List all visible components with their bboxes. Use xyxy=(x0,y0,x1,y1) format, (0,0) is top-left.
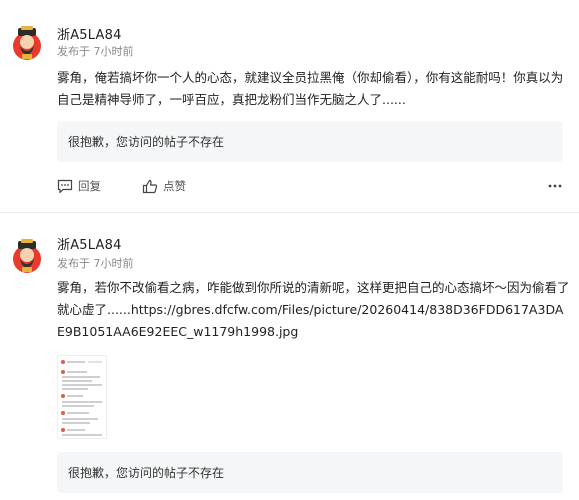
avatar[interactable] xyxy=(8,24,46,62)
quoted-post-text: 很抱歉，您访问的帖子不存在 xyxy=(68,135,225,149)
post: 浙A5LA84 发布于 7小时前 雾角，若你不改偷看之病，咋能做到你所说的清新呢… xyxy=(0,213,579,500)
more-button[interactable] xyxy=(547,178,563,194)
reply-label: 回复 xyxy=(78,179,101,193)
thumbs-up-icon xyxy=(142,179,158,193)
post-content: 雾角，俺若搞坏你一个人的心态，就建议全员拉黑俺（你却偷看），你有这能耐吗！你真以… xyxy=(57,70,564,107)
post-image-thumbnail[interactable] xyxy=(57,355,107,439)
quoted-post[interactable]: 很抱歉，您访问的帖子不存在 xyxy=(57,452,563,493)
like-button[interactable]: 点赞 xyxy=(142,178,186,194)
post: 浙A5LA84 发布于 7小时前 雾角，俺若搞坏你一个人的心态，就建议全员拉黑俺… xyxy=(0,0,579,213)
more-icon xyxy=(548,184,562,188)
reply-button[interactable]: 回复 xyxy=(57,178,101,194)
post-time: 发布于 7小时前 xyxy=(57,257,134,270)
like-label: 点赞 xyxy=(163,179,186,193)
post-content: 雾角，若你不改偷看之病，咋能做到你所说的清新呢，这样更把自己的心态搞坏～因为偷看… xyxy=(57,280,570,339)
comment-icon xyxy=(57,179,73,193)
username[interactable]: 浙A5LA84 xyxy=(57,24,122,43)
post-actions: 回复 点赞 xyxy=(57,178,563,194)
avatar[interactable] xyxy=(8,237,46,275)
quoted-post[interactable]: 很抱歉，您访问的帖子不存在 xyxy=(57,121,563,162)
quoted-post-text: 很抱歉，您访问的帖子不存在 xyxy=(68,466,225,480)
post-time: 发布于 7小时前 xyxy=(57,45,134,58)
username[interactable]: 浙A5LA84 xyxy=(57,234,122,253)
